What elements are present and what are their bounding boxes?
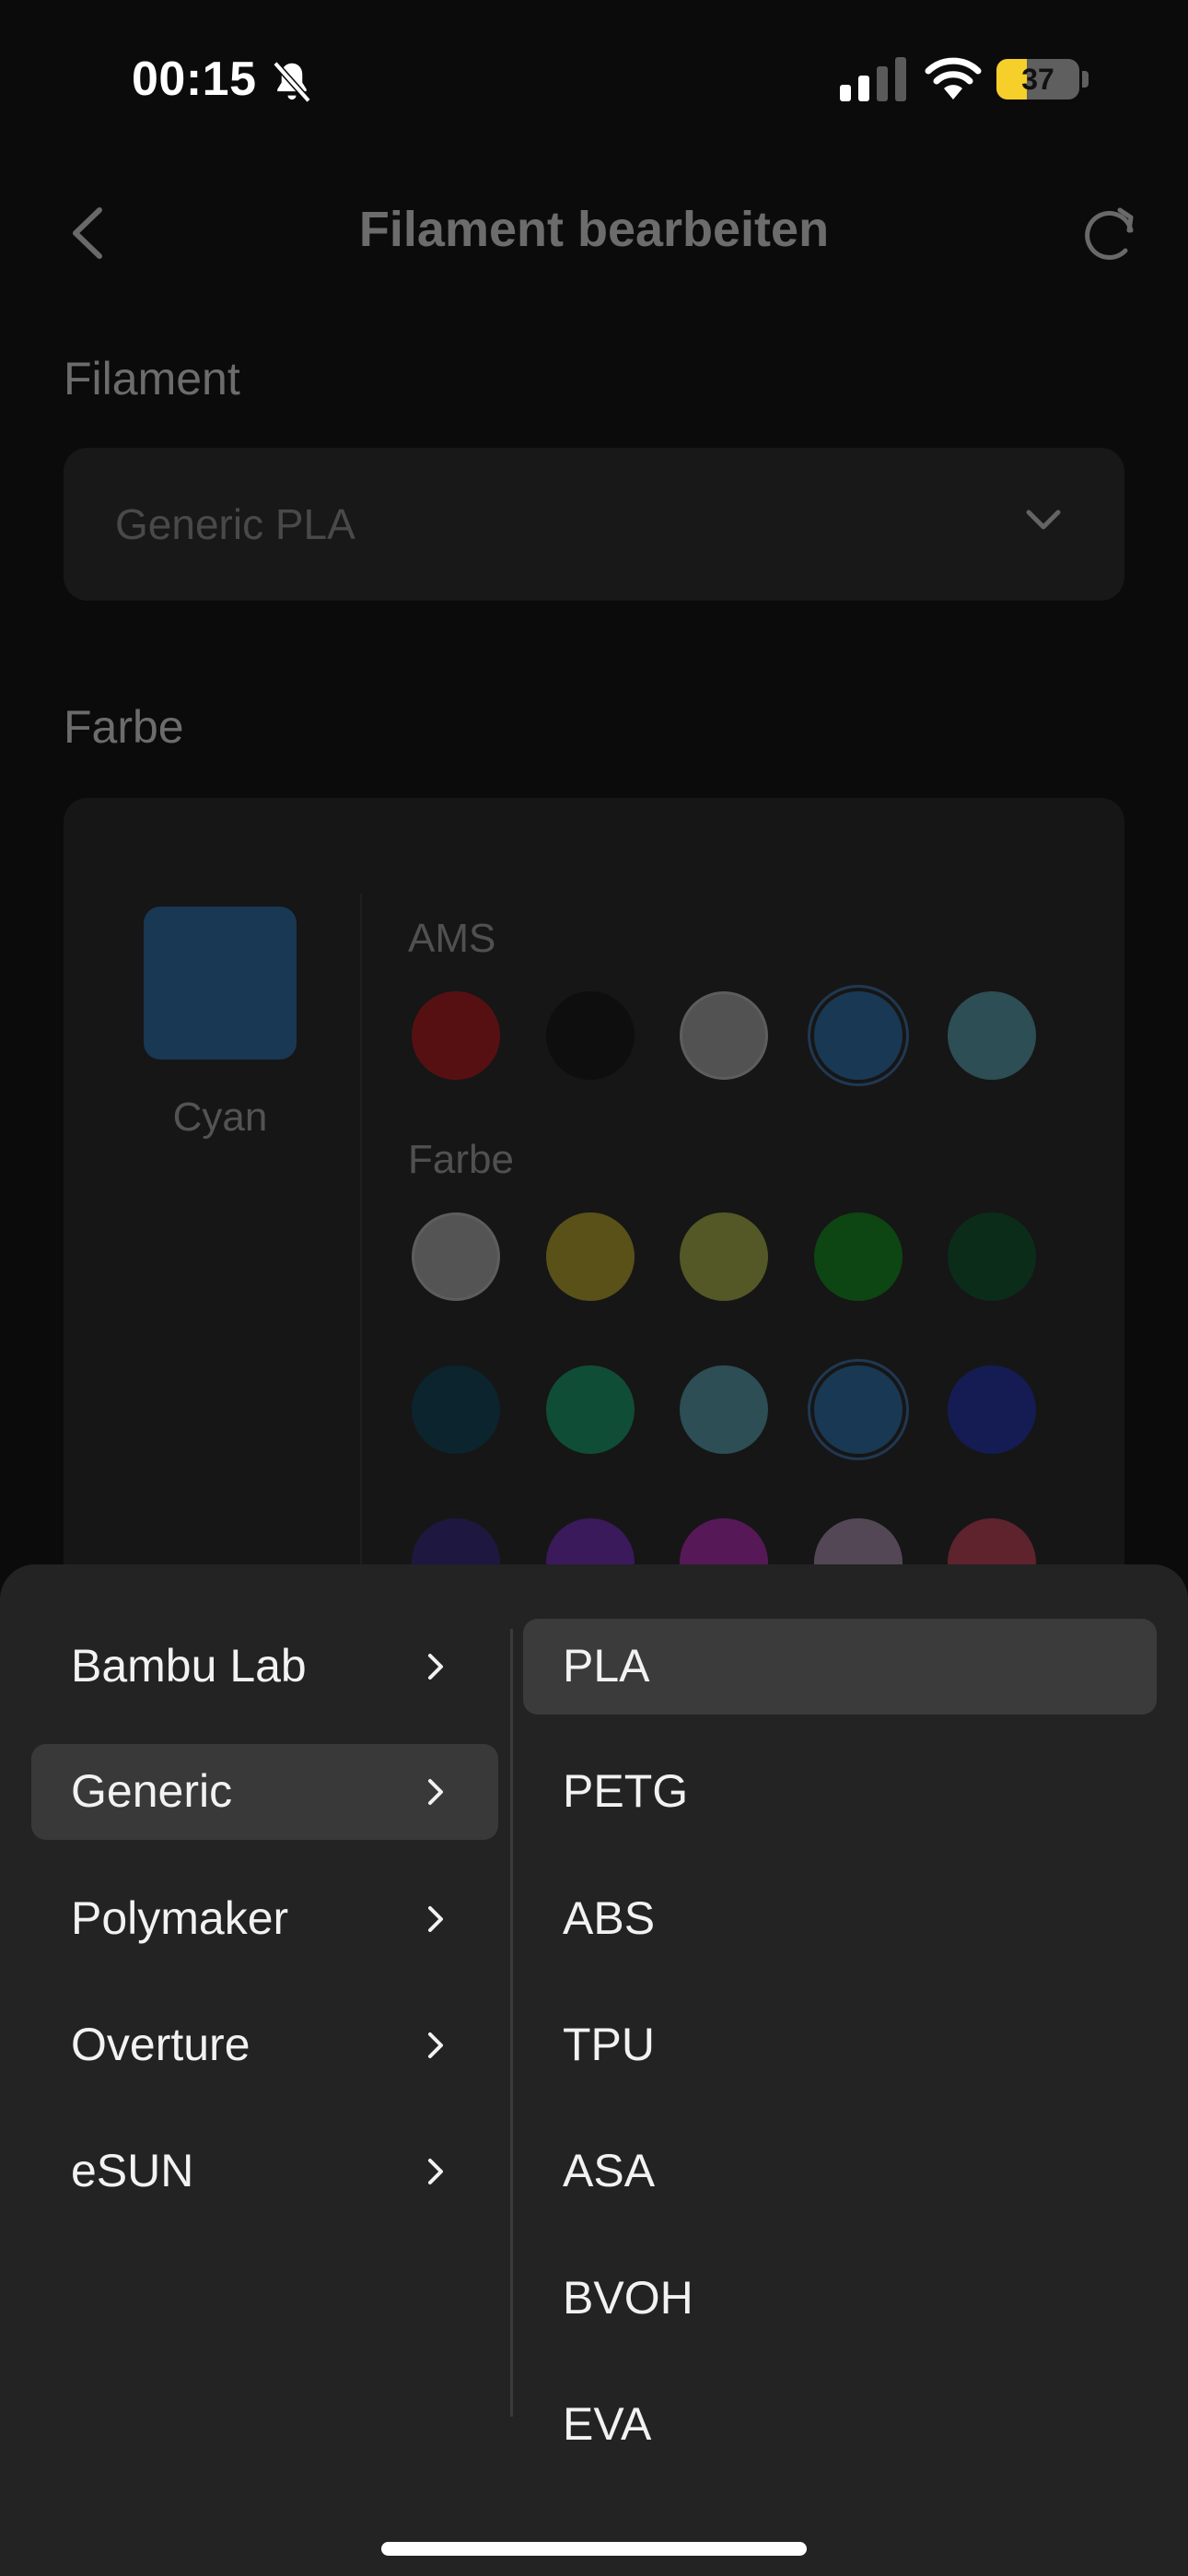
type-item-label: EVA	[563, 2398, 652, 2450]
palette-color-swatch[interactable]	[948, 1212, 1036, 1301]
type-item[interactable]: EVA	[523, 2377, 1157, 2473]
ams-color-swatch[interactable]	[948, 991, 1036, 1080]
filament-select[interactable]: Generic PLA	[64, 448, 1124, 601]
palette-color-swatch[interactable]	[814, 1365, 903, 1454]
brand-item-label: Generic	[71, 1765, 233, 1817]
brand-item[interactable]: Bambu Lab	[31, 1619, 498, 1715]
type-item[interactable]: BVOH	[523, 2251, 1157, 2347]
page-title: Filament bearbeiten	[358, 202, 830, 257]
type-item[interactable]: ABS	[523, 1871, 1157, 1967]
chevron-right-icon	[428, 1654, 443, 1680]
selected-color-name: Cyan	[172, 1095, 268, 1140]
brand-item-label: Bambu Lab	[71, 1640, 307, 1692]
palette-color-swatch[interactable]	[412, 1365, 500, 1454]
palette-color-swatch[interactable]	[546, 1212, 635, 1301]
type-item-label: ASA	[563, 2145, 656, 2196]
type-item-label: BVOH	[563, 2272, 693, 2324]
chevron-right-icon	[428, 1906, 443, 1932]
brand-item[interactable]: eSUN	[31, 2124, 498, 2219]
filament-select-value: Generic PLA	[115, 500, 355, 548]
chevron-down-icon	[1026, 509, 1061, 530]
type-item[interactable]: TPU	[523, 1997, 1157, 2093]
type-item-label: TPU	[563, 2019, 655, 2070]
type-item-label: ABS	[563, 1892, 656, 1944]
palette-color-swatch[interactable]	[680, 1212, 768, 1301]
ams-color-swatch[interactable]	[814, 991, 903, 1080]
palette-color-swatch[interactable]	[546, 1365, 635, 1454]
ams-label: AMS	[408, 916, 496, 961]
filament-picker-sheet: Bambu Lab Generic Polymaker Overture eSUN PL…	[0, 1564, 1188, 2576]
ams-color-swatch[interactable]	[680, 991, 768, 1080]
chevron-right-icon	[428, 1779, 443, 1805]
brand-item[interactable]: Polymaker	[31, 1871, 498, 1967]
palette-color-swatch[interactable]	[948, 1365, 1036, 1454]
chevron-right-icon	[428, 2159, 443, 2184]
brand-item-label: Polymaker	[71, 1892, 289, 1944]
palette-color-swatch[interactable]	[412, 1212, 500, 1301]
palette-label: Farbe	[408, 1137, 514, 1182]
palette-color-swatch[interactable]	[814, 1212, 903, 1301]
chevron-right-icon	[428, 2032, 443, 2058]
color-section-label: Farbe	[64, 701, 184, 753]
refresh-icon[interactable]	[1077, 203, 1142, 267]
column-divider	[510, 1629, 513, 2417]
type-item[interactable]: PETG	[523, 1744, 1157, 1840]
brand-item-label: eSUN	[71, 2145, 194, 2196]
selected-color-swatch	[144, 907, 297, 1060]
ams-color-swatch[interactable]	[546, 991, 635, 1080]
palette-color-swatch[interactable]	[680, 1365, 768, 1454]
type-item-label: PLA	[563, 1640, 650, 1692]
ams-color-swatch[interactable]	[412, 991, 500, 1080]
brand-item[interactable]: Generic	[31, 1744, 498, 1840]
type-item[interactable]: ASA	[523, 2124, 1157, 2219]
home-indicator	[381, 2542, 807, 2556]
brand-item[interactable]: Overture	[31, 1997, 498, 2093]
brand-item-label: Overture	[71, 2019, 250, 2070]
type-item[interactable]: PLA	[523, 1619, 1157, 1715]
type-item-label: PETG	[563, 1765, 689, 1817]
filament-section-label: Filament	[64, 353, 240, 404]
